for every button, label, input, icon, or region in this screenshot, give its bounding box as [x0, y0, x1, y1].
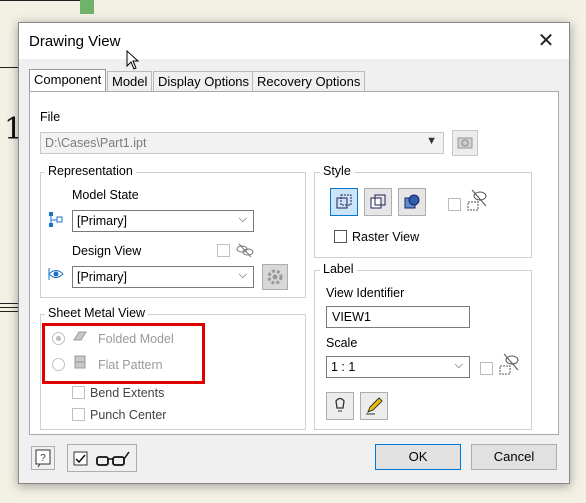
drawing-view-dialog: Drawing View ✕ Component Model Display O… — [18, 22, 570, 484]
help-icon: ? — [35, 449, 51, 468]
representation-title: Representation — [45, 164, 136, 178]
shaded-icon — [404, 194, 420, 209]
model-state-label: Model State — [72, 188, 139, 202]
design-view-associative-checkbox[interactable] — [217, 244, 230, 257]
style-from-base-icon — [467, 189, 487, 211]
file-label: File — [40, 110, 61, 124]
chevron-down-icon: ▼ — [426, 135, 437, 147]
view-identifier-input[interactable] — [326, 306, 470, 328]
hidden-line-removed-icon — [370, 194, 386, 209]
bend-extents-checkbox[interactable] — [72, 386, 85, 399]
model-state-icon — [49, 212, 63, 227]
pencil-icon — [366, 397, 383, 415]
mouse-cursor-icon — [126, 50, 140, 70]
view-identifier-label: View Identifier — [326, 286, 405, 300]
raster-view-checkbox[interactable] — [334, 230, 347, 243]
design-view-settings-button[interactable] — [262, 264, 288, 290]
tab-component[interactable]: Component — [29, 69, 107, 93]
preview-toggle-button[interactable] — [67, 444, 137, 472]
chevron-down-icon: ⌵ — [454, 359, 463, 371]
scale-select[interactable]: 1 : 1 ⌵ — [326, 356, 470, 378]
style-title: Style — [320, 164, 354, 178]
hidden-line-style-button[interactable] — [330, 188, 358, 216]
tab-recovery-options[interactable]: Recovery Options — [252, 71, 366, 92]
tab-display-options[interactable]: Display Options — [153, 71, 255, 92]
help-button[interactable]: ? — [31, 446, 55, 470]
checkbox-checked-icon — [73, 451, 88, 466]
scale-value: 1 : 1 — [331, 360, 356, 374]
ok-button[interactable]: OK — [375, 444, 461, 470]
model-state-select[interactable]: [Primary] ⌵ — [72, 210, 254, 232]
gear-icon — [267, 269, 283, 285]
chevron-down-icon: ⌵ — [238, 269, 247, 281]
sheet-metal-view-title: Sheet Metal View — [45, 306, 149, 320]
highlight-annotation-box — [42, 323, 205, 384]
edit-view-label-button[interactable] — [360, 392, 388, 420]
title-bar: Drawing View ✕ — [19, 23, 569, 59]
glasses-icon — [96, 451, 130, 466]
design-view-select[interactable]: [Primary] ⌵ — [72, 266, 254, 288]
background-green-marker — [80, 0, 94, 14]
style-from-base-checkbox[interactable] — [448, 198, 461, 211]
bulb-icon — [335, 397, 345, 412]
view-identifier-field[interactable] — [327, 307, 469, 327]
toggle-label-visibility-button[interactable] — [326, 392, 354, 420]
scale-from-base-checkbox[interactable] — [480, 362, 493, 375]
design-view-value: [Primary] — [77, 270, 127, 284]
tab-model[interactable]: Model — [107, 71, 153, 92]
browse-file-button[interactable] — [452, 130, 478, 156]
scale-label: Scale — [326, 336, 358, 350]
component-tab-panel: File D:\Cases\Part1.ipt ▼ Representation… — [29, 91, 559, 435]
browse-folder-icon — [457, 137, 473, 149]
file-path-combo: D:\Cases\Part1.ipt ▼ — [40, 132, 444, 154]
associative-link-icon — [236, 243, 254, 258]
cancel-button[interactable]: Cancel — [471, 444, 557, 470]
raster-view-label: Raster View — [352, 230, 420, 244]
shaded-style-button[interactable] — [398, 188, 426, 216]
file-path-value: D:\Cases\Part1.ipt — [45, 136, 147, 150]
punch-center-checkbox[interactable] — [72, 408, 85, 421]
scale-from-base-icon — [499, 353, 519, 375]
punch-center-label: Punch Center — [90, 408, 167, 422]
dialog-title: Drawing View — [29, 33, 121, 50]
chevron-down-icon: ⌵ — [238, 213, 247, 225]
design-view-eye-icon — [48, 268, 64, 280]
hidden-line-icon — [336, 194, 352, 209]
bend-extents-label: Bend Extents — [90, 386, 165, 400]
model-state-value: [Primary] — [77, 214, 127, 228]
design-view-label: Design View — [72, 244, 142, 258]
label-group-title: Label — [320, 262, 357, 276]
hidden-line-removed-style-button[interactable] — [364, 188, 392, 216]
close-icon[interactable]: ✕ — [531, 29, 561, 53]
svg-text:?: ? — [40, 453, 46, 464]
